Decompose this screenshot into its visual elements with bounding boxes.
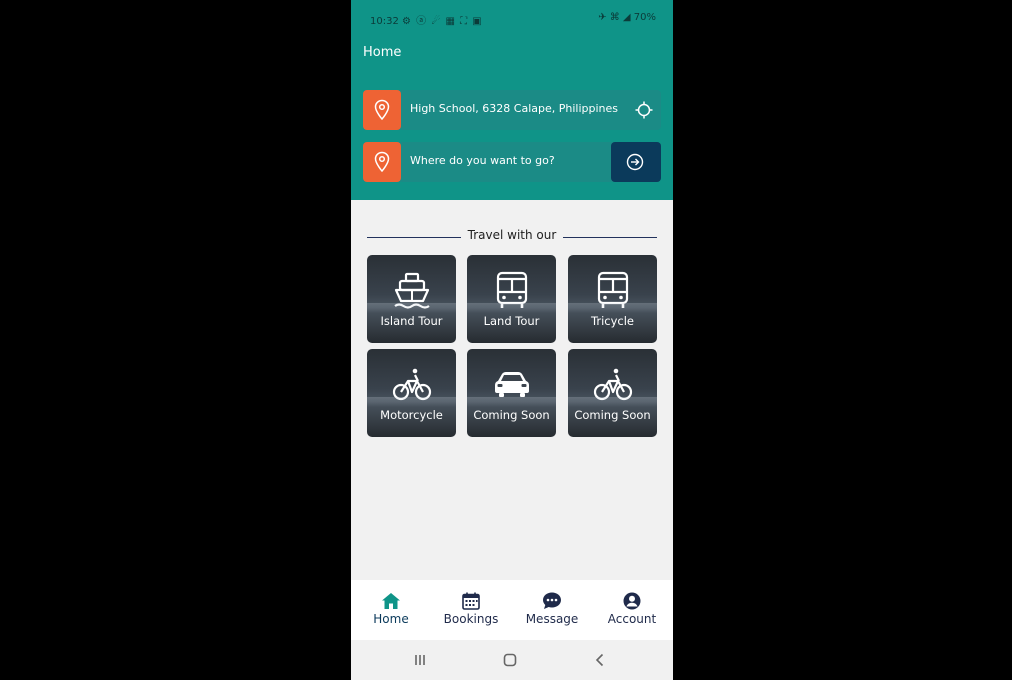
service-tile-tricycle[interactable]: Tricycle [568,255,657,343]
service-label: Tricycle [591,314,634,328]
nav-item-home[interactable]: Home [351,580,431,640]
account-icon [623,592,641,610]
chat-icon [543,592,561,609]
service-label: Coming Soon [574,408,651,422]
status-time: 10:32 [370,16,399,27]
location-pin-icon [374,151,390,173]
app-header: 10:32 ⚙ ⓐ ☄ ▦ ⛶ ▣ ✈ ⌘ ◢ 70% Home High Sc… [351,0,673,200]
nav-label: Message [525,612,579,626]
ship-icon [394,272,430,309]
back-icon[interactable] [592,652,608,668]
calendar-icon [462,592,480,610]
location-pin-icon [374,99,390,121]
service-tile-coming-soon-car[interactable]: Coming Soon [467,349,556,437]
bicycle-icon [392,368,432,401]
bus-icon [597,271,629,308]
section-title: Travel with our [467,228,557,242]
divider-right [563,237,657,238]
my-location-icon[interactable] [635,101,653,119]
status-left: 10:32 ⚙ ⓐ ☄ ▦ ⛶ ▣ [370,12,483,27]
service-tile-coming-soon-bike[interactable]: Coming Soon [568,349,657,437]
status-bar: 10:32 ⚙ ⓐ ☄ ▦ ⛶ ▣ ✈ ⌘ ◢ 70% [370,12,656,27]
destination-placeholder: Where do you want to go? [410,154,555,167]
nav-item-message[interactable]: Message [512,580,592,640]
destination-field[interactable]: Where do you want to go? [363,142,661,182]
bus-icon [496,271,528,308]
service-label: Coming Soon [473,408,550,422]
nav-label: Account [607,612,657,626]
service-label: Island Tour [380,314,443,328]
phone-screen: 10:32 ⚙ ⓐ ☄ ▦ ⛶ ▣ ✈ ⌘ ◢ 70% Home High Sc… [351,0,673,680]
status-icons-right: ✈ ⌘ ◢ [598,12,631,23]
destination-pin-box [363,142,401,182]
bottom-navigation: Home Bookings Message Account [351,580,673,640]
location-pin-box [363,90,401,130]
recent-apps-icon[interactable] [412,652,428,668]
service-tile-motorcycle[interactable]: Motorcycle [367,349,456,437]
section-header: Travel with our [367,228,657,246]
nav-label: Bookings [443,612,499,626]
service-tile-island-tour[interactable]: Island Tour [367,255,456,343]
system-navigation-bar [351,640,673,680]
bicycle-icon [593,368,633,401]
status-right: ✈ ⌘ ◢ 70% [598,12,656,23]
service-label: Motorcycle [380,408,443,422]
arrow-right-circle-icon [626,153,644,171]
service-label: Land Tour [483,314,540,328]
car-icon [495,372,529,397]
go-button[interactable] [611,142,661,182]
current-location-text: High School, 6328 Calape, Philippines [410,102,619,115]
nav-item-bookings[interactable]: Bookings [431,580,511,640]
home-button-icon[interactable] [502,652,518,668]
nav-label: Home [373,612,409,626]
current-location-field[interactable]: High School, 6328 Calape, Philippines [363,90,661,130]
home-icon [382,593,400,609]
page-title: Home [363,45,402,60]
nav-item-account[interactable]: Account [592,580,672,640]
battery-level: 70% [633,12,656,23]
status-icons-left: ⚙ ⓐ ☄ ▦ ⛶ ▣ [402,16,483,27]
service-tile-land-tour[interactable]: Land Tour [467,255,556,343]
